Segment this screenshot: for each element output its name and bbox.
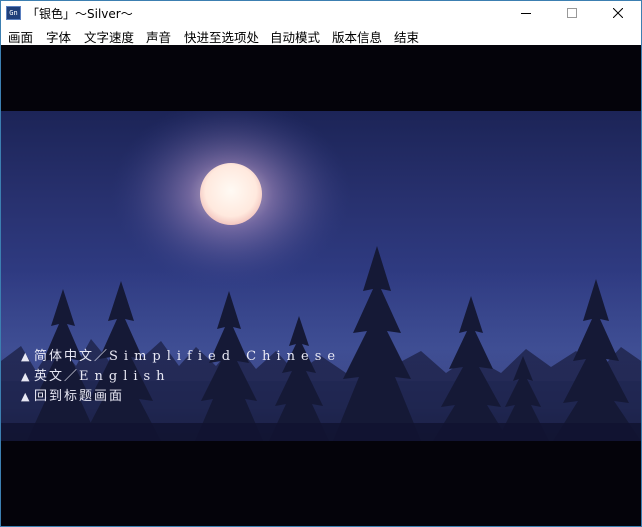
choice-return-to-title[interactable]: ▲ 回到标题画面	[21, 385, 341, 405]
close-button[interactable]	[595, 1, 641, 25]
choice-english[interactable]: ▲ 英文／English	[21, 365, 341, 385]
choice-label: 回到标题画面	[34, 389, 125, 404]
maximize-icon	[567, 8, 577, 18]
menu-text-speed[interactable]: 文字速度	[84, 27, 134, 46]
minimize-icon	[521, 13, 531, 14]
window-title: 「银色」～Silver～	[27, 7, 133, 21]
moon	[200, 163, 262, 225]
minimize-button[interactable]	[503, 1, 549, 25]
menu-font[interactable]: 字体	[46, 27, 71, 46]
app-icon[interactable]: Gn	[6, 6, 21, 20]
triangle-marker-icon: ▲	[21, 370, 30, 383]
triangle-marker-icon: ▲	[21, 390, 30, 403]
choice-latin-label: Simplified Chinese	[109, 349, 342, 364]
language-choice-menu: ▲ 简体中文／Simplified Chinese ▲ 英文／English ▲ 回到…	[21, 345, 341, 405]
menu-bar: 画面 字体 文字速度 声音 快进至选项处 自动模式 版本信息 结束	[1, 25, 641, 45]
maximize-button[interactable]	[549, 1, 595, 25]
menu-sound[interactable]: 声音	[146, 27, 171, 46]
triangle-marker-icon: ▲	[21, 350, 30, 363]
choice-label: 英文／	[34, 369, 80, 384]
choice-latin-label: English	[79, 369, 171, 384]
game-window: Gn 「银色」～Silver～ 画面 字体 文字速度 声音 快进至选项处 自动模…	[0, 0, 642, 527]
choice-simplified-chinese[interactable]: ▲ 简体中文／Simplified Chinese	[21, 345, 341, 365]
menu-auto-mode[interactable]: 自动模式	[270, 27, 320, 46]
menu-version-info[interactable]: 版本信息	[332, 27, 382, 46]
close-icon	[613, 8, 623, 18]
menu-exit[interactable]: 结束	[394, 27, 419, 46]
menu-skip-to-choice[interactable]: 快进至选项处	[184, 27, 259, 46]
game-viewport[interactable]: ▲ 简体中文／Simplified Chinese ▲ 英文／English ▲ 回到…	[1, 45, 641, 526]
choice-label: 简体中文／	[34, 349, 110, 364]
menu-screen[interactable]: 画面	[8, 27, 33, 46]
title-bar[interactable]: Gn 「银色」～Silver～	[1, 1, 641, 25]
